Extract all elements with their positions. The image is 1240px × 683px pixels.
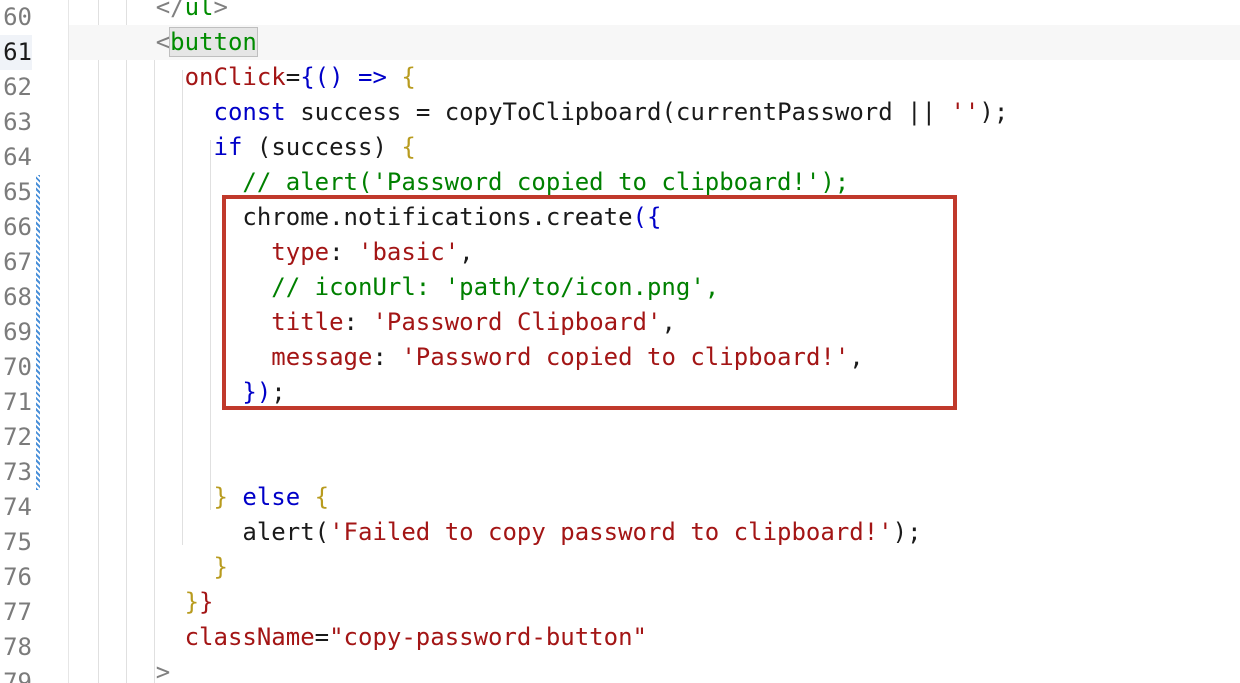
fold-column	[41, 0, 69, 683]
attr-name: onClick	[185, 63, 286, 91]
object-key: type	[271, 238, 329, 266]
code-line[interactable]: });	[69, 375, 1240, 410]
code-line[interactable]: type: 'basic',	[69, 235, 1240, 270]
code-line[interactable]: >	[69, 655, 1240, 683]
line-number: 75	[0, 525, 32, 560]
string-literal: 'Password Clipboard'	[372, 308, 661, 336]
line-number: 72	[0, 420, 32, 455]
line-number: 79	[0, 665, 32, 683]
attr-name: className	[185, 623, 315, 651]
code-editor[interactable]: 60 61 62 63 64 65 66 67 68 69 70 71 72 7…	[0, 0, 1240, 683]
code-line-empty[interactable]	[69, 410, 1240, 445]
line-number: 68	[0, 280, 32, 315]
code-line[interactable]: // iconUrl: 'path/to/icon.png',	[69, 270, 1240, 305]
tag-name-selected: button	[170, 28, 257, 56]
keyword: if	[214, 133, 243, 161]
code-line[interactable]: alert('Failed to copy password to clipbo…	[69, 515, 1240, 550]
tag-open-delim: <	[156, 28, 170, 56]
code-line[interactable]: chrome.notifications.create({	[69, 200, 1240, 235]
modified-range-marker	[36, 175, 40, 490]
line-number: 70	[0, 350, 32, 385]
line-number: 62	[0, 70, 32, 105]
code-line[interactable]: className="copy-password-button"	[69, 620, 1240, 655]
code-line[interactable]: }}	[69, 585, 1240, 620]
tag-close-delim: </	[156, 0, 185, 21]
code-line[interactable]: </ul>	[69, 0, 1240, 25]
line-number: 67	[0, 245, 32, 280]
keyword: const	[214, 98, 286, 126]
line-number: 64	[0, 140, 32, 175]
string-literal: 'basic'	[358, 238, 459, 266]
line-number: 74	[0, 490, 32, 525]
line-number: 65	[0, 175, 32, 210]
code-line[interactable]: onClick={() => {	[69, 60, 1240, 95]
code-line[interactable]: }	[69, 550, 1240, 585]
string-literal: 'Password copied to clipboard!'	[401, 343, 849, 371]
tag-close-delim: >	[214, 0, 228, 21]
code-line[interactable]: title: 'Password Clipboard',	[69, 305, 1240, 340]
line-number: 69	[0, 315, 32, 350]
line-number: 60	[0, 0, 32, 35]
comment: // iconUrl: 'path/to/icon.png',	[271, 273, 719, 301]
code-line[interactable]: message: 'Password copied to clipboard!'…	[69, 340, 1240, 375]
line-number-current: 61	[0, 35, 32, 70]
code-line[interactable]: const success = copyToClipboard(currentP…	[69, 95, 1240, 130]
tag-close-delim: >	[156, 658, 170, 683]
line-number: 78	[0, 630, 32, 665]
keyword: else	[242, 483, 300, 511]
line-number: 77	[0, 595, 32, 630]
string-literal: 'Failed to copy password to clipboard!'	[329, 518, 893, 546]
code-line[interactable]: } else {	[69, 480, 1240, 515]
line-number: 76	[0, 560, 32, 595]
code-line-empty[interactable]	[69, 445, 1240, 480]
line-number: 63	[0, 105, 32, 140]
line-number: 71	[0, 385, 32, 420]
line-number: 66	[0, 210, 32, 245]
code-line-current[interactable]: <button	[69, 25, 1240, 60]
comment: // alert('Password copied to clipboard!'…	[242, 168, 849, 196]
object-key: message	[271, 343, 372, 371]
tag-name: ul	[185, 0, 214, 21]
code-line[interactable]: // alert('Password copied to clipboard!'…	[69, 165, 1240, 200]
line-number: 73	[0, 455, 32, 490]
code-line[interactable]: if (success) {	[69, 130, 1240, 165]
string-literal: "copy-password-button"	[329, 623, 647, 651]
line-number-gutter: 60 61 62 63 64 65 66 67 68 69 70 71 72 7…	[0, 0, 35, 683]
object-key: title	[271, 308, 343, 336]
code-area[interactable]: </ul> <button onClick={() => { const suc…	[69, 0, 1240, 683]
